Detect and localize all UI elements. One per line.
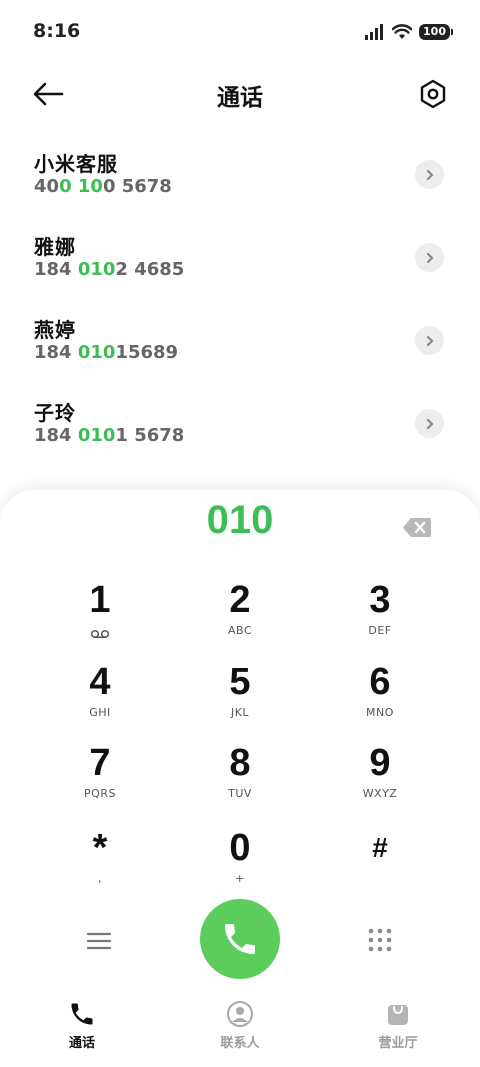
key-digit: 4: [89, 661, 111, 703]
key-3[interactable]: 3 DEF: [320, 574, 440, 650]
nav-item-contacts[interactable]: 联系人: [190, 1000, 290, 1060]
hamburger-menu-icon: [86, 932, 112, 950]
nav-label: 联系人: [220, 1036, 260, 1051]
menu-button[interactable]: [86, 930, 112, 952]
wifi-icon: [392, 24, 413, 39]
chevron-right-icon: [426, 169, 433, 180]
key-letters: ,: [98, 872, 102, 885]
nav-label: 通话: [68, 1036, 95, 1051]
key-digit: 1: [89, 579, 111, 621]
contact-detail-button[interactable]: [415, 409, 444, 438]
key-digit: 3: [369, 579, 391, 621]
hexagon-settings-icon: [420, 79, 446, 109]
call-button[interactable]: [200, 899, 280, 979]
contact-name: 小米客服: [34, 152, 118, 176]
status-bar: 8:16 100: [0, 0, 480, 64]
delete-button[interactable]: [402, 517, 432, 538]
person-icon: [227, 1001, 253, 1027]
bottom-nav: 通话 联系人 营业厅: [0, 990, 480, 1067]
key-digit: 5: [229, 661, 251, 703]
key-6[interactable]: 6 MNO: [320, 656, 440, 732]
contact-number: 400 100 5678: [34, 176, 172, 197]
key-digit: 8: [229, 742, 251, 784]
key-letters: JKL: [230, 706, 250, 719]
key-digit: #: [372, 832, 388, 863]
page-title: 通话: [217, 85, 263, 111]
key-1[interactable]: 1: [40, 574, 160, 650]
key-0[interactable]: 0 +: [180, 822, 300, 898]
battery-icon: 100: [419, 24, 453, 40]
key-letters: TUV: [228, 787, 252, 800]
dialpad-sheet: 010 1 2 ABC 3 DEF 4 GHI 5 JKL 6 MNO 7 PQ…: [0, 490, 480, 1067]
header: 通话: [0, 70, 480, 118]
key-star[interactable]: * ,: [40, 822, 160, 898]
nav-item-store[interactable]: 营业厅: [348, 1000, 448, 1060]
key-letters: WXYZ: [362, 787, 398, 800]
key-8[interactable]: 8 TUV: [180, 737, 300, 813]
status-icons: 100: [365, 24, 453, 40]
keypad-toggle-button[interactable]: [367, 927, 393, 953]
chevron-right-icon: [426, 418, 433, 429]
status-time: 8:16: [33, 20, 81, 42]
backspace-icon: [403, 518, 431, 537]
nav-item-calls[interactable]: 通话: [32, 1000, 132, 1060]
contact-name: 燕婷: [34, 318, 76, 342]
key-digit: 7: [89, 742, 111, 784]
key-letters: GHI: [89, 706, 111, 719]
contact-detail-button[interactable]: [415, 160, 444, 189]
keypad-grid-icon: [368, 928, 392, 952]
contact-name: 子玲: [34, 401, 76, 425]
key-hash[interactable]: #: [320, 822, 440, 898]
contact-detail-button[interactable]: [415, 243, 444, 272]
contact-number: 184 0101 5678: [34, 425, 185, 446]
nav-label: 营业厅: [378, 1036, 418, 1051]
key-4[interactable]: 4 GHI: [40, 656, 160, 732]
contact-item[interactable]: 燕婷 184 01015689: [0, 306, 480, 386]
key-digit: 2: [229, 579, 251, 621]
contact-item[interactable]: 子玲 184 0101 5678: [0, 389, 480, 469]
key-digit: *: [92, 827, 108, 869]
signal-icon: [365, 24, 384, 40]
voicemail-icon: [40, 624, 160, 639]
key-5[interactable]: 5 JKL: [180, 656, 300, 732]
key-letters: ABC: [227, 624, 253, 637]
phone-icon: [71, 1003, 93, 1025]
contact-item[interactable]: 雅娜 184 0102 4685: [0, 223, 480, 303]
contact-number: 184 01015689: [34, 342, 179, 363]
key-letters: +: [235, 872, 245, 885]
key-9[interactable]: 9 WXYZ: [320, 737, 440, 813]
key-7[interactable]: 7 PQRS: [40, 737, 160, 813]
contact-list: 小米客服 400 100 5678 雅娜 184 0102 4685 燕婷 18…: [0, 140, 480, 495]
key-letters: PQRS: [84, 787, 116, 800]
key-2[interactable]: 2 ABC: [180, 574, 300, 650]
key-digit: 0: [229, 827, 251, 869]
settings-button[interactable]: [418, 78, 448, 110]
contact-detail-button[interactable]: [415, 326, 444, 355]
chevron-right-icon: [426, 335, 433, 346]
phone-icon: [225, 924, 255, 954]
contact-item[interactable]: 小米客服 400 100 5678: [0, 140, 480, 220]
key-letters: MNO: [366, 706, 394, 719]
shopping-bag-icon: [388, 1005, 408, 1025]
contact-name: 雅娜: [34, 235, 76, 259]
key-digit: 6: [369, 661, 391, 703]
key-letters: DEF: [368, 624, 392, 637]
contact-number: 184 0102 4685: [34, 259, 185, 280]
chevron-right-icon: [426, 252, 433, 263]
key-digit: 9: [369, 742, 391, 784]
